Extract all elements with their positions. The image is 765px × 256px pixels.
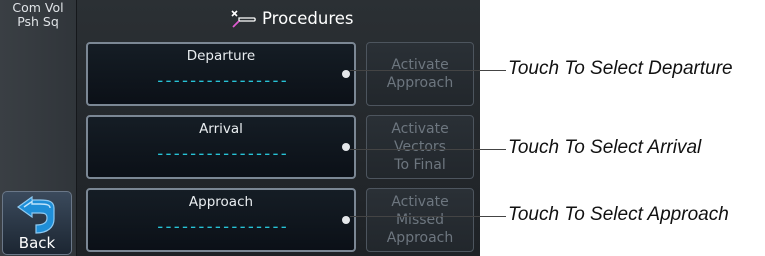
callout-line-departure: [350, 70, 506, 71]
activate-missed-approach-button[interactable]: Activate Missed Approach: [366, 188, 474, 252]
departure-value: ----------------: [155, 71, 289, 91]
com-vol-label[interactable]: Com Vol Psh Sq: [0, 1, 76, 29]
left-sidebar: Com Vol Psh Sq Back: [0, 0, 77, 256]
callout-line-approach: [350, 216, 506, 217]
arrival-value: ----------------: [155, 144, 289, 164]
arrival-label: Arrival: [199, 121, 243, 137]
back-button[interactable]: Back: [2, 191, 72, 255]
callout-arrival: Touch To Select Arrival: [508, 137, 702, 158]
departure-button[interactable]: Departure ----------------: [86, 42, 356, 106]
activate-missed-line3: Approach: [386, 230, 454, 246]
arrival-button[interactable]: Arrival ----------------: [86, 115, 356, 179]
procedures-icon: [231, 10, 256, 28]
departure-select-dot-icon: [342, 70, 350, 78]
activate-approach-line1: Activate: [391, 57, 449, 73]
activate-approach-button[interactable]: Activate Approach: [366, 42, 474, 106]
page-title: Procedures: [262, 8, 354, 28]
procedures-screen: Com Vol Psh Sq Back Procedures Departure…: [0, 0, 480, 256]
back-arrow-icon: [16, 196, 55, 234]
page-header: Procedures: [230, 6, 354, 30]
approach-label: Approach: [188, 194, 254, 210]
approach-value: ----------------: [155, 217, 289, 237]
approach-button[interactable]: Approach ----------------: [86, 188, 356, 252]
callout-departure: Touch To Select Departure: [508, 58, 733, 79]
activate-approach-line2: Approach: [386, 75, 454, 91]
activate-vectors-to-final-button[interactable]: Activate Vectors To Final: [366, 115, 474, 179]
activate-vectors-line3: To Final: [394, 157, 446, 173]
activate-vectors-line1: Activate: [391, 121, 449, 137]
departure-label: Departure: [186, 48, 256, 64]
activate-missed-line2: Missed: [395, 212, 445, 228]
com-vol-line2: Psh Sq: [17, 14, 59, 29]
activate-missed-line1: Activate: [391, 194, 449, 210]
com-vol-line1: Com Vol: [12, 0, 64, 15]
arrival-select-dot-icon: [342, 143, 350, 151]
activate-vectors-line2: Vectors: [394, 139, 446, 155]
back-label: Back: [18, 234, 56, 252]
callout-line-arrival: [350, 149, 506, 150]
approach-select-dot-icon: [342, 216, 350, 224]
callout-approach: Touch To Select Approach: [508, 204, 729, 225]
